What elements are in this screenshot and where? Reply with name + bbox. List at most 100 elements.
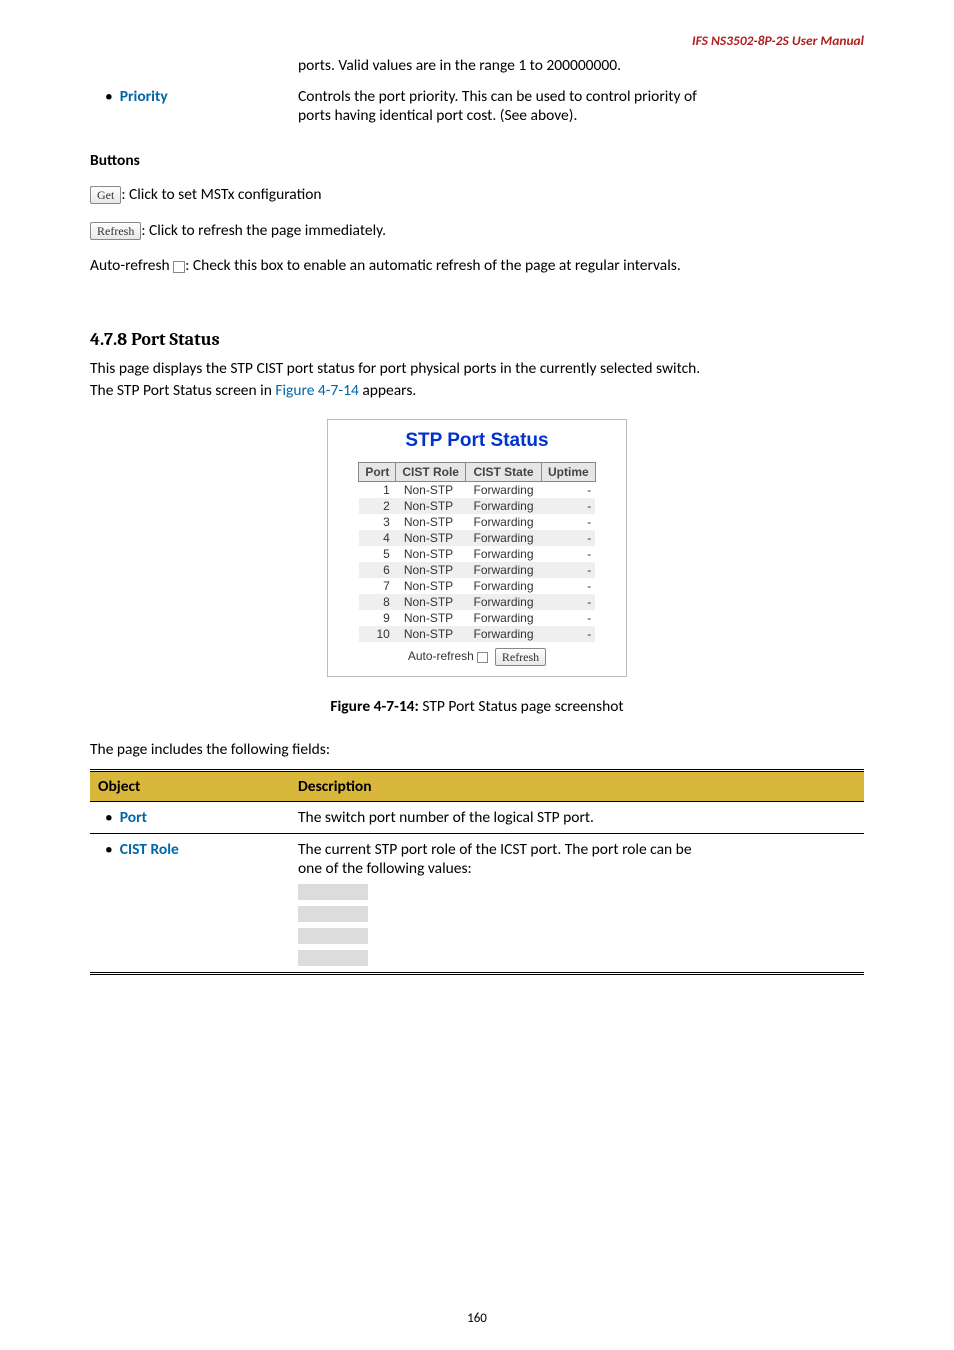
cell-role: Non-STP xyxy=(396,610,466,626)
auto-refresh-checkbox-icon[interactable] xyxy=(173,261,185,273)
priority-label: Priority xyxy=(120,87,168,106)
cell-state: Forwarding xyxy=(465,610,541,626)
cell-port: 4 xyxy=(359,530,396,546)
cell-port: 1 xyxy=(359,482,396,499)
cell-state: Forwarding xyxy=(465,530,541,546)
cell-port: 10 xyxy=(359,626,396,642)
valid-values-text: ports. Valid values are in the range 1 t… xyxy=(290,50,864,81)
stp-card-footer: Auto-refresh Refresh xyxy=(342,648,612,666)
auto-refresh-line: Auto-refresh : Check this box to enable … xyxy=(90,255,864,277)
cell-state: Forwarding xyxy=(465,594,541,610)
bullet-point: • xyxy=(105,87,113,106)
cell-port: 6 xyxy=(359,562,396,578)
stp-th-state: CIST State xyxy=(465,463,541,482)
refresh-button-line: Refresh: Click to refresh the page immed… xyxy=(90,220,864,242)
cell-uptime: - xyxy=(542,530,596,546)
redacted-value-block xyxy=(298,884,368,900)
priority-desc-line1: Controls the port priority. This can be … xyxy=(298,87,697,106)
redacted-value-block xyxy=(298,928,368,944)
cell-role: Non-STP xyxy=(396,498,466,514)
get-button-desc: : Click to set MSTx configuration xyxy=(121,185,321,204)
cell-role: Non-STP xyxy=(396,594,466,610)
redacted-value-block xyxy=(298,950,368,966)
auto-refresh-label: Auto-refresh xyxy=(408,650,474,664)
auto-refresh-desc: : Check this box to enable an automatic … xyxy=(185,256,681,275)
table-row: 7Non-STPForwarding- xyxy=(359,578,595,594)
intro-line1: This page displays the STP CIST port sta… xyxy=(90,359,700,378)
table-row: 1Non-STPForwarding- xyxy=(359,482,595,499)
figure-reference: Figure 4-7-14 xyxy=(275,381,358,400)
cell-role: Non-STP xyxy=(396,482,466,499)
obj-row-cistrole-label: • CIST Role xyxy=(90,834,290,974)
table-row: 3Non-STPForwarding- xyxy=(359,514,595,530)
cell-role: Non-STP xyxy=(396,578,466,594)
object-description-table: Object Description • Port The switch por… xyxy=(90,769,864,975)
stp-th-role: CIST Role xyxy=(396,463,466,482)
stp-refresh-button[interactable]: Refresh xyxy=(495,648,546,666)
fields-intro-text: The page includes the following fields: xyxy=(90,740,864,759)
cell-port: 8 xyxy=(359,594,396,610)
priority-label-cell: • Priority xyxy=(90,81,290,131)
obj-row-port-desc: The switch port number of the logical ST… xyxy=(290,802,864,834)
cell-state: Forwarding xyxy=(465,626,541,642)
cell-state: Forwarding xyxy=(465,546,541,562)
cell-state: Forwarding xyxy=(465,482,541,499)
cell-port: 3 xyxy=(359,514,396,530)
refresh-button-desc: : Click to refresh the page immediately. xyxy=(141,221,386,240)
obj-row-port-label: • Port xyxy=(90,802,290,834)
cell-uptime: - xyxy=(542,482,596,499)
intro-line2b: appears. xyxy=(359,381,416,400)
cell-role: Non-STP xyxy=(396,530,466,546)
table-row: 6Non-STPForwarding- xyxy=(359,562,595,578)
cell-port: 5 xyxy=(359,546,396,562)
cell-uptime: - xyxy=(542,594,596,610)
cell-state: Forwarding xyxy=(465,562,541,578)
cist-role-label: CIST Role xyxy=(120,840,179,859)
table-row: 5Non-STPForwarding- xyxy=(359,546,595,562)
redacted-value-block xyxy=(298,906,368,922)
table-row: 9Non-STPForwarding- xyxy=(359,610,595,626)
manual-title-header: IFS NS3502-8P-2S User Manual xyxy=(692,32,864,49)
figure-caption-text: STP Port Status page screenshot xyxy=(419,697,624,716)
cell-state: Forwarding xyxy=(465,578,541,594)
figure-caption: Figure 4-7-14: STP Port Status page scre… xyxy=(90,697,864,716)
section-intro: This page displays the STP CIST port sta… xyxy=(90,358,864,401)
table-row: 10Non-STPForwarding- xyxy=(359,626,595,642)
cell-uptime: - xyxy=(542,626,596,642)
refresh-button[interactable]: Refresh xyxy=(90,222,141,240)
priority-desc: Controls the port priority. This can be … xyxy=(290,81,864,131)
bullet-point: • xyxy=(105,840,113,859)
buttons-heading: Buttons xyxy=(90,151,864,170)
port-label: Port xyxy=(120,808,147,827)
cell-state: Forwarding xyxy=(465,514,541,530)
cell-role: Non-STP xyxy=(396,562,466,578)
cistrole-desc-line2: one of the following values: xyxy=(298,859,472,878)
cell-state: Forwarding xyxy=(465,498,541,514)
cell-port: 2 xyxy=(359,498,396,514)
auto-refresh-checkbox[interactable] xyxy=(477,652,488,663)
stp-port-status-card: STP Port Status Port CIST Role CIST Stat… xyxy=(327,419,627,677)
intro-line2a: The STP Port Status screen in xyxy=(90,381,275,400)
cell-uptime: - xyxy=(542,578,596,594)
stp-th-port: Port xyxy=(359,463,396,482)
cell-role: Non-STP xyxy=(396,514,466,530)
cell-port: 9 xyxy=(359,610,396,626)
priority-desc-line2: ports having identical port cost. (See a… xyxy=(298,106,577,125)
cell-uptime: - xyxy=(542,498,596,514)
obj-th-object: Object xyxy=(90,771,290,802)
obj-th-description: Description xyxy=(290,771,864,802)
get-button-line: Get: Click to set MSTx configuration xyxy=(90,184,864,206)
cell-uptime: - xyxy=(542,546,596,562)
obj-row-cistrole-desc: The current STP port role of the ICST po… xyxy=(290,834,864,974)
figure-caption-bold: Figure 4-7-14: xyxy=(330,697,418,716)
table-row: 4Non-STPForwarding- xyxy=(359,530,595,546)
cell-uptime: - xyxy=(542,610,596,626)
get-button[interactable]: Get xyxy=(90,186,121,204)
stp-th-uptime: Uptime xyxy=(542,463,596,482)
auto-refresh-prefix: Auto-refresh xyxy=(90,256,173,275)
cell-role: Non-STP xyxy=(396,546,466,562)
table-row: 8Non-STPForwarding- xyxy=(359,594,595,610)
page-number: 160 xyxy=(0,1311,954,1326)
cell-uptime: - xyxy=(542,562,596,578)
empty-cell xyxy=(90,50,290,81)
